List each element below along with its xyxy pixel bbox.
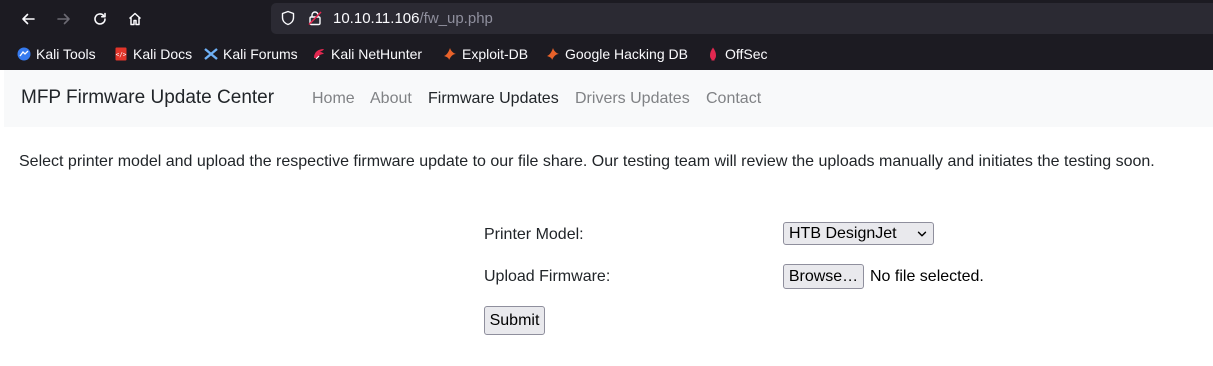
offsec-icon: [710, 47, 716, 61]
intro-text: Select printer model and upload the resp…: [19, 153, 1155, 170]
bookmark-label: Exploit-DB: [462, 46, 529, 62]
bookmark-kali-forums[interactable]: Kali Forums: [204, 45, 298, 63]
browse-button[interactable]: Browse…: [783, 264, 864, 289]
reload-icon[interactable]: [89, 8, 111, 30]
nav-link-firmware-updates[interactable]: Firmware Updates: [428, 90, 559, 108]
bookmark-offsec[interactable]: OffSec: [706, 45, 768, 63]
svg-text:</>: </>: [116, 52, 127, 59]
bookmark-exploit-db[interactable]: Exploit-DB: [443, 45, 528, 63]
bookmark-label: Kali Forums: [223, 46, 298, 62]
kali-nethunter-icon: [314, 49, 324, 60]
bookmark-label: Kali NetHunter: [331, 46, 423, 62]
chevron-down-icon: [917, 231, 927, 237]
printer-model-selected: HTB DesignJet: [789, 225, 897, 242]
site-brand[interactable]: MFP Firmware Update Center: [21, 87, 274, 109]
bookmarks-toolbar: Kali Tools </> Kali Docs Kali Forums Kal…: [0, 38, 1213, 70]
google-hacking-db-icon: [547, 48, 559, 60]
kali-forums-icon: [204, 48, 218, 60]
bookmark-google-hacking-db[interactable]: Google Hacking DB: [546, 45, 688, 63]
insecure-lock-icon[interactable]: [307, 10, 323, 26]
site-navbar: MFP Firmware Update Center Home About Fi…: [4, 70, 1213, 127]
bookmark-label: Google Hacking DB: [565, 46, 688, 62]
upload-firmware-label: Upload Firmware:: [484, 268, 611, 285]
nav-link-about[interactable]: About: [370, 90, 412, 108]
bookmark-label: OffSec: [725, 46, 768, 62]
tracking-shield-icon[interactable]: [280, 10, 296, 26]
nav-link-contact[interactable]: Contact: [706, 90, 761, 108]
kali-docs-icon: </>: [115, 47, 127, 61]
kali-tools-icon: [17, 47, 31, 61]
bookmark-label: Kali Docs: [133, 46, 193, 62]
submit-button[interactable]: Submit: [484, 306, 545, 335]
no-file-text: No file selected.: [870, 268, 984, 285]
url-text[interactable]: 10.10.11.106/fw_up.php: [333, 9, 493, 28]
printer-model-label: Printer Model:: [484, 226, 584, 243]
exploit-db-icon: [444, 48, 456, 60]
browser-toolbar: 10.10.11.106/fw_up.php: [0, 0, 1213, 38]
url-host: 10.10.11.106: [333, 10, 420, 27]
bookmark-kali-tools[interactable]: Kali Tools: [17, 45, 96, 63]
bookmark-kali-nethunter[interactable]: Kali NetHunter: [312, 45, 422, 63]
forward-arrow-icon[interactable]: [53, 8, 75, 30]
nav-link-home[interactable]: Home: [312, 90, 355, 108]
back-arrow-icon[interactable]: [17, 8, 39, 30]
bookmark-kali-docs[interactable]: </> Kali Docs: [114, 45, 192, 63]
url-path: /fw_up.php: [419, 10, 493, 27]
bookmark-label: Kali Tools: [36, 46, 96, 62]
url-bar[interactable]: 10.10.11.106/fw_up.php: [271, 3, 1213, 34]
printer-model-select[interactable]: HTB DesignJet: [783, 222, 934, 245]
nav-link-drivers-updates[interactable]: Drivers Updates: [575, 90, 690, 108]
home-icon[interactable]: [124, 8, 146, 30]
